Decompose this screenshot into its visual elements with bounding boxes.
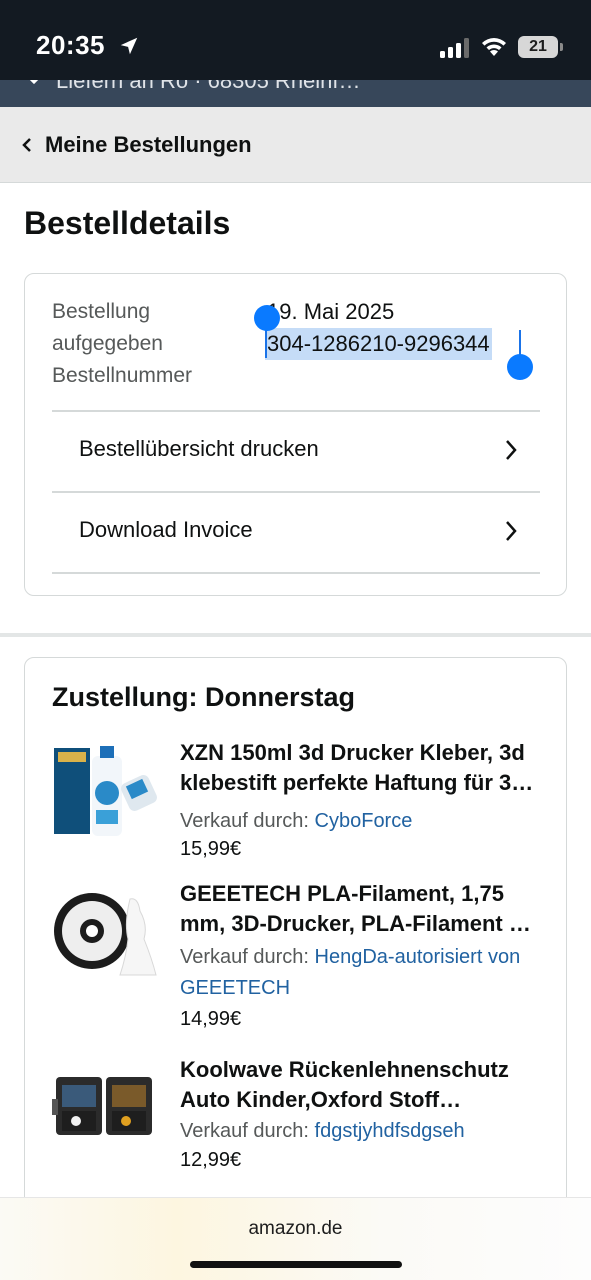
list-item[interactable]: XZN 150ml 3d Drucker Kleber, 3d klebesti…: [52, 738, 552, 860]
section-divider: [0, 633, 591, 637]
chevron-right-icon: [506, 440, 517, 460]
product-image[interactable]: [52, 1055, 160, 1163]
download-invoice-label: Download Invoice: [79, 517, 253, 542]
product-title[interactable]: XZN 150ml 3d Drucker Kleber, 3d klebesti…: [180, 738, 540, 798]
seller-prefix: Verkauf durch:: [180, 946, 315, 968]
product-price: 12,99€: [180, 1149, 242, 1171]
order-info-card: Bestellung aufgegeben Bestellnummer 19. …: [24, 273, 567, 596]
product-image[interactable]: [52, 738, 160, 846]
product-title[interactable]: Koolwave Rückenlehnenschutz Auto Kinder,…: [180, 1055, 540, 1115]
selection-start-handle[interactable]: [254, 305, 280, 331]
battery-icon: 21: [518, 36, 558, 58]
delivery-location-bar[interactable]: Liefern an Ro · 68305 Rheinf…: [0, 80, 591, 107]
print-order-summary-label: Bestellübersicht drucken: [79, 436, 319, 461]
seller-prefix: Verkauf durch:: [180, 1120, 315, 1142]
list-item[interactable]: GEEETECH PLA-Filament, 1,75 mm, 3D-Druck…: [52, 879, 552, 1030]
product-title[interactable]: GEEETECH PLA-Filament, 1,75 mm, 3D-Druck…: [180, 879, 540, 939]
seller-info: Verkauf durch: HengDa-autorisiert von GE…: [180, 942, 552, 1004]
browser-address-bar[interactable]: amazon.de: [0, 1197, 591, 1280]
browser-url[interactable]: amazon.de: [0, 1218, 591, 1240]
location-pin-icon: [29, 80, 39, 85]
print-order-summary-row[interactable]: Bestellübersicht drucken: [52, 410, 540, 492]
breadcrumb-label[interactable]: Meine Bestellungen: [45, 132, 252, 158]
seller-info: Verkauf durch: CyboForce: [180, 806, 552, 837]
chevron-right-icon: [506, 521, 517, 541]
battery-tip: [560, 43, 563, 51]
selection-end-handle[interactable]: [507, 354, 533, 380]
shipment-card: Zustellung: Donnerstag XZN 150ml 3d Druc…: [24, 657, 567, 1280]
product-price: 14,99€: [180, 1008, 242, 1030]
order-info-label: Bestellung aufgegeben Bestellnummer: [52, 300, 193, 387]
location-arrow-icon: [120, 37, 138, 55]
status-bar: 20:35 21: [0, 0, 591, 80]
chevron-left-icon: [22, 138, 31, 152]
order-date: 19. Mai 2025: [267, 299, 395, 324]
status-time: 20:35: [36, 30, 105, 60]
divider: [52, 572, 540, 574]
download-invoice-row[interactable]: Download Invoice: [52, 491, 540, 573]
home-indicator[interactable]: [190, 1261, 402, 1268]
order-number[interactable]: 304-1286210-9296344: [265, 328, 492, 360]
cellular-signal-icon: [440, 38, 469, 58]
seller-link[interactable]: CyboForce: [315, 810, 413, 832]
product-image[interactable]: [52, 879, 160, 987]
list-item[interactable]: Koolwave Rückenlehnenschutz Auto Kinder,…: [52, 1055, 552, 1175]
seller-prefix: Verkauf durch:: [180, 810, 315, 832]
wifi-icon: [482, 38, 506, 56]
delivery-location-text: Liefern an Ro · 68305 Rheinf…: [56, 80, 361, 93]
page-title: Bestelldetails: [24, 205, 231, 241]
seller-info: Verkauf durch: fdgstjyhdfsdgseh: [180, 1116, 552, 1147]
seller-link[interactable]: fdgstjyhdfsdgseh: [315, 1120, 465, 1142]
breadcrumb[interactable]: Meine Bestellungen: [0, 107, 591, 183]
shipment-title: Zustellung: Donnerstag: [52, 682, 355, 712]
product-price: 15,99€: [180, 838, 242, 860]
